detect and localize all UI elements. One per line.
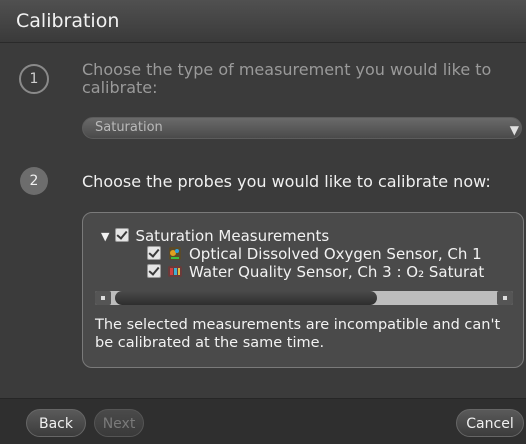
expand-triangle-icon[interactable]: ▼ [101, 228, 109, 246]
group-checkbox[interactable] [115, 228, 130, 242]
dialog-header: Calibration [0, 0, 526, 43]
step-1-instruction: Choose the type of measurement you would… [82, 60, 492, 97]
tree-item-label: Water Quality Sensor, Ch 3 : O₂ Saturat [189, 263, 485, 281]
tree-item-label: Optical Dissolved Oxygen Sensor, Ch 1 [189, 245, 482, 263]
next-button[interactable]: Next [94, 409, 144, 437]
calibration-dialog: Calibration 1 Choose the type of measure… [0, 0, 526, 444]
water-quality-sensor-icon [168, 266, 182, 277]
dialog-footer: Back Next Cancel [0, 398, 526, 444]
measurement-type-value: Saturation [95, 120, 163, 135]
horizontal-scrollbar[interactable] [95, 291, 513, 305]
tree-group-saturation[interactable]: ▼ Saturation Measurements [101, 227, 329, 245]
item-checkbox[interactable] [147, 246, 161, 260]
scroll-left-button[interactable] [95, 291, 111, 305]
dialog-title: Calibration [16, 10, 120, 32]
measurement-type-dropdown[interactable]: Saturation ▼ [82, 117, 522, 139]
chevron-down-icon: ▼ [509, 123, 519, 137]
scrollbar-thumb[interactable] [115, 291, 377, 305]
tree-item-water-quality[interactable]: Water Quality Sensor, Ch 3 : O₂ Saturat [147, 263, 484, 281]
scroll-right-button[interactable] [497, 291, 513, 305]
step-2-instruction: Choose the probes you would like to cali… [82, 172, 491, 191]
step-1-indicator: 1 [19, 64, 49, 94]
optical-do-sensor-icon [169, 247, 181, 260]
incompatibility-warning: The selected measurements are incompatib… [95, 317, 501, 351]
tree-group-label: Saturation Measurements [135, 227, 330, 245]
back-button[interactable]: Back [26, 409, 86, 437]
item-checkbox[interactable] [147, 264, 161, 278]
probe-selection-panel: ▼ Saturation Measurements Optical Dissolv… [82, 212, 524, 368]
step-2-indicator: 2 [20, 167, 48, 195]
tree-item-optical-do[interactable]: Optical Dissolved Oxygen Sensor, Ch 1 [147, 245, 482, 263]
cancel-button[interactable]: Cancel [456, 409, 524, 437]
